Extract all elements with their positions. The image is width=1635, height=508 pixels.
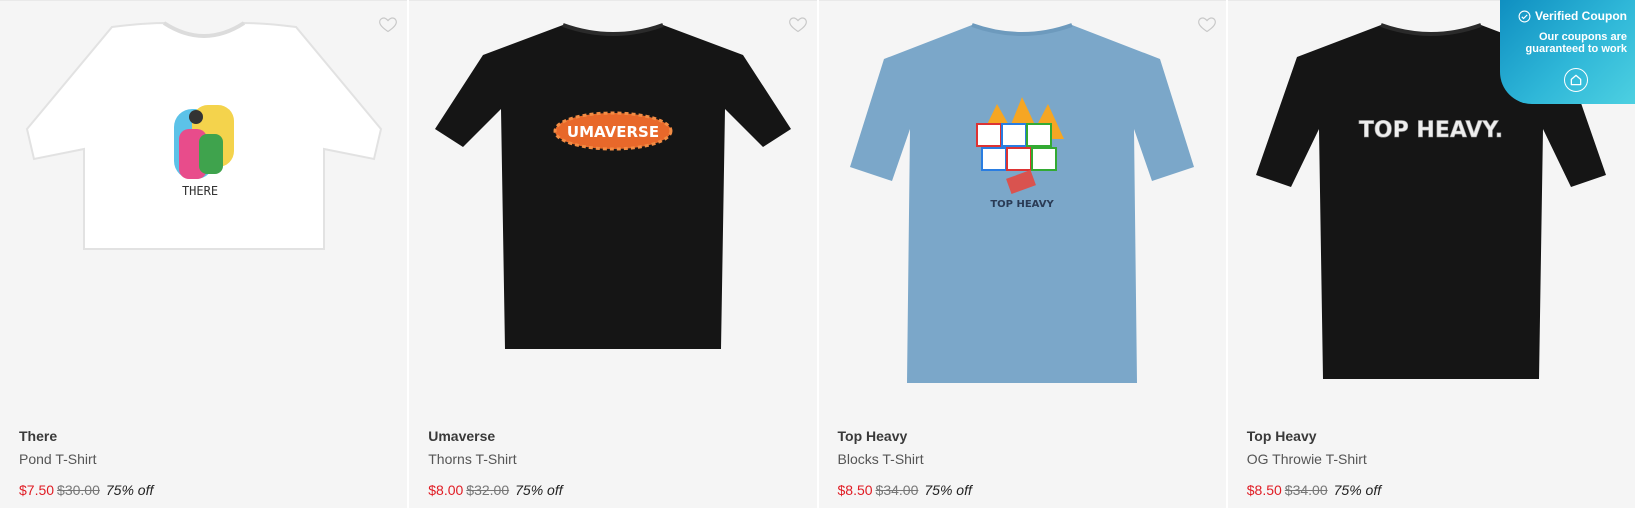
product-info: Umaverse Thorns T-Shirt $8.00 $32.00 75% o… xyxy=(428,428,806,499)
product-brand[interactable]: Top Heavy xyxy=(838,428,1216,445)
product-card[interactable]: UMAVERSE Umaverse Thorns T-Shirt $8.00 $3… xyxy=(409,0,817,508)
discount-label: 75% off xyxy=(924,482,972,498)
product-name[interactable]: Pond T-Shirt xyxy=(19,451,397,468)
product-image[interactable]: TOP HEAVY xyxy=(819,9,1226,409)
shirt-print-text: UMAVERSE xyxy=(567,123,659,141)
original-price: $34.00 xyxy=(875,482,919,498)
product-brand[interactable]: There xyxy=(19,428,397,445)
product-brand[interactable]: Umaverse xyxy=(428,428,806,445)
product-name[interactable]: Blocks T-Shirt xyxy=(838,451,1216,468)
coupon-title: Verified Coupon xyxy=(1534,9,1627,23)
price-row: $8.50 $34.00 75% off xyxy=(1247,482,1625,499)
product-image[interactable]: UMAVERSE xyxy=(409,9,816,409)
product-card[interactable]: THERE There Pond T-Shirt $7.50 $30.00 75% … xyxy=(0,0,408,508)
product-name[interactable]: Thorns T-Shirt xyxy=(428,451,806,468)
price-row: $8.00 $32.00 75% off xyxy=(428,482,806,499)
product-info: Top Heavy OG Throwie T-Shirt $8.50 $34.00… xyxy=(1247,428,1625,499)
product-image[interactable]: THERE xyxy=(0,9,407,409)
original-price: $30.00 xyxy=(57,482,100,498)
price-row: $8.50 $34.00 75% off xyxy=(838,482,1216,499)
sale-price: $8.50 xyxy=(837,482,873,498)
sale-price: $8.00 xyxy=(428,482,464,498)
product-info: Top Heavy Blocks T-Shirt $8.50 $34.00 75% … xyxy=(838,428,1216,499)
home-icon[interactable] xyxy=(1564,68,1588,92)
product-grid: THERE There Pond T-Shirt $7.50 $30.00 75% … xyxy=(0,0,1635,508)
check-circle-icon xyxy=(1518,10,1531,22)
product-brand[interactable]: Top Heavy xyxy=(1247,428,1625,445)
product-info: There Pond T-Shirt $7.50 $30.00 75% off xyxy=(19,428,397,499)
sale-price: $7.50 xyxy=(19,482,55,498)
shirt-print-text: TOP HEAVY xyxy=(990,199,1054,210)
coupon-title-row: Verified Coupon xyxy=(1500,9,1627,23)
coupon-subtitle: Our coupons are guaranteed to work xyxy=(1500,31,1627,55)
original-price: $34.00 xyxy=(1284,482,1328,498)
shirt-print-text: TOP HEAVY. xyxy=(1359,118,1503,143)
discount-label: 75% off xyxy=(1333,482,1382,498)
price-row: $7.50 $30.00 75% off xyxy=(19,482,397,499)
original-price: $32.00 xyxy=(466,482,510,498)
shirt-body xyxy=(434,25,791,349)
product-card[interactable]: TOP HEAVY Top Heavy Blocks T-Shirt $8.50… xyxy=(818,0,1226,508)
verified-coupon-badge[interactable]: Verified Coupon Our coupons are guarante… xyxy=(1500,0,1635,104)
product-name[interactable]: OG Throwie T-Shirt xyxy=(1247,451,1625,468)
coupon-subtitle-line1: Our coupons are xyxy=(1538,31,1627,43)
shirt-print-text: THERE xyxy=(182,184,218,198)
sale-price: $8.50 xyxy=(1246,482,1282,498)
discount-label: 75% off xyxy=(105,482,154,498)
discount-label: 75% off xyxy=(515,482,563,498)
coupon-subtitle-line2: guaranteed to work xyxy=(1525,43,1627,55)
